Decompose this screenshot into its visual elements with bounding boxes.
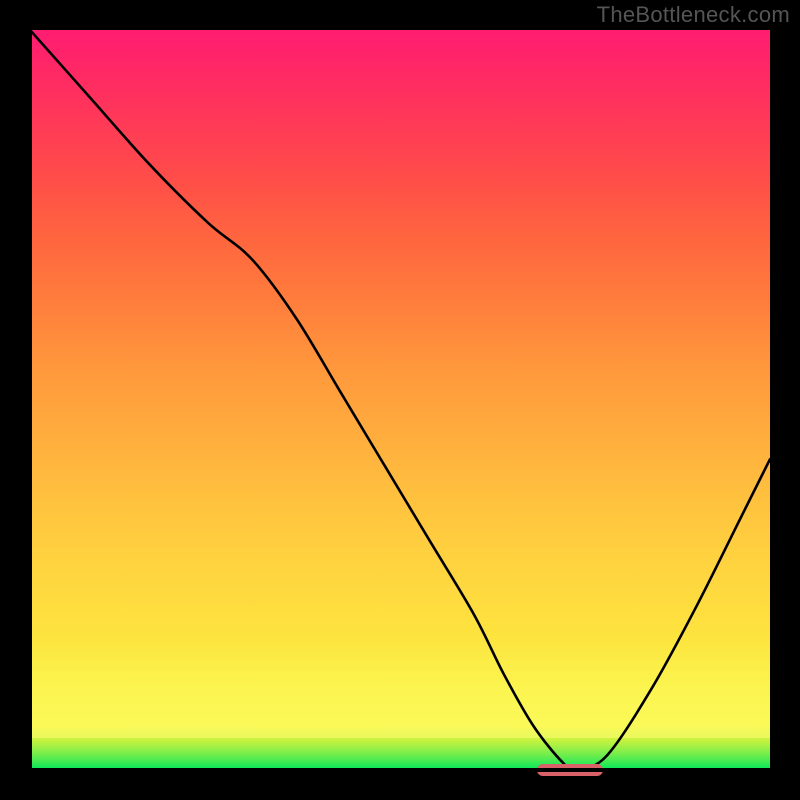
chart-stage: TheBottleneck.com [0, 0, 800, 800]
watermark-text: TheBottleneck.com [597, 2, 790, 28]
y-axis [28, 28, 32, 772]
plot-area [30, 30, 770, 770]
bottleneck-curve [30, 30, 770, 770]
x-axis [28, 768, 772, 772]
